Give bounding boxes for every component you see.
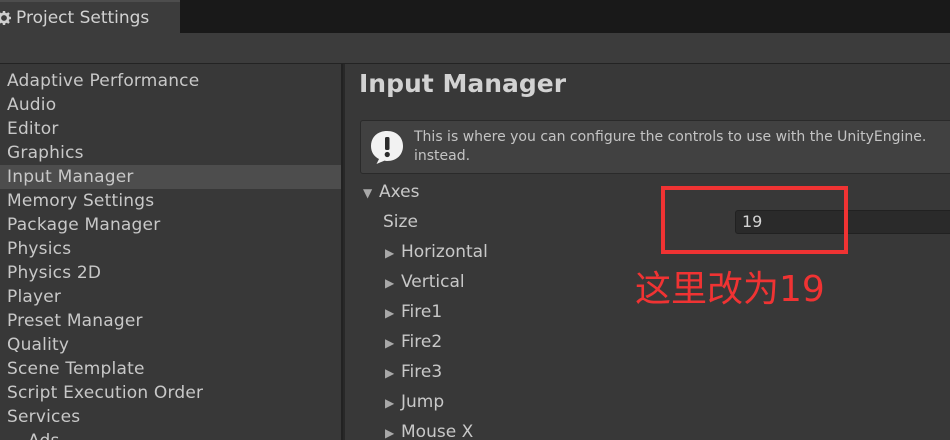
help-box: This is where you can configure the cont… [360, 120, 950, 174]
toolbar [0, 33, 950, 64]
sidebar-item-package-manager[interactable]: Package Manager [0, 213, 341, 237]
sidebar-item-physics[interactable]: Physics [0, 237, 341, 261]
help-message: This is where you can configure the cont… [414, 128, 926, 166]
axes-foldout[interactable]: ▼ Axes [363, 177, 419, 207]
tab-title: Project Settings [16, 7, 150, 28]
sidebar-item-editor[interactable]: Editor [0, 117, 341, 141]
axis-item-jump[interactable]: ▶ Jump [385, 387, 444, 417]
sidebar-item-audio[interactable]: Audio [0, 93, 341, 117]
axis-label: Fire3 [401, 362, 443, 382]
axis-item-fire1[interactable]: ▶ Fire1 [385, 297, 442, 327]
help-line-1: This is where you can configure the cont… [414, 129, 927, 145]
collapsed-arrow-icon: ▶ [385, 396, 395, 410]
settings-sidebar: Adaptive Performance Audio Editor Graphi… [0, 64, 343, 440]
axis-item-mouse-x[interactable]: ▶ Mouse X [385, 417, 473, 440]
gear-icon [0, 10, 11, 25]
size-label: Size [383, 212, 418, 232]
expand-arrow-icon: ▼ [363, 186, 373, 200]
axis-label: Mouse X [401, 422, 474, 440]
sidebar-item-player[interactable]: Player [0, 285, 341, 309]
sidebar-item-memory-settings[interactable]: Memory Settings [0, 189, 341, 213]
annotation-text: 这里改为19 [635, 269, 825, 310]
annotation-highlight-box [661, 186, 848, 254]
axis-item-fire3[interactable]: ▶ Fire3 [385, 357, 442, 387]
sidebar-item-input-manager[interactable]: Input Manager [0, 165, 341, 189]
tab-project-settings[interactable]: Project Settings [0, 0, 180, 33]
axis-label: Horizontal [401, 242, 488, 262]
sidebar-item-physics-2d[interactable]: Physics 2D [0, 261, 341, 285]
sidebar-item-quality[interactable]: Quality [0, 333, 341, 357]
sidebar-item-scene-template[interactable]: Scene Template [0, 357, 341, 381]
axis-item-fire2[interactable]: ▶ Fire2 [385, 327, 442, 357]
sidebar-item-adaptive-performance[interactable]: Adaptive Performance [0, 69, 341, 93]
sidebar-item-graphics[interactable]: Graphics [0, 141, 341, 165]
axis-item-vertical[interactable]: ▶ Vertical [385, 267, 465, 297]
collapsed-arrow-icon: ▶ [385, 306, 395, 320]
collapsed-arrow-icon: ▶ [385, 366, 395, 380]
axis-item-horizontal[interactable]: ▶ Horizontal [385, 237, 488, 267]
axes-label: Axes [379, 182, 420, 202]
sidebar-item-services[interactable]: Services [0, 405, 341, 429]
collapsed-arrow-icon: ▶ [385, 276, 395, 290]
tab-strip: Project Settings [0, 0, 950, 33]
axis-label: Jump [401, 392, 445, 412]
inspector-panel: Input Manager This is where you can conf… [345, 64, 950, 440]
page-title: Input Manager [359, 69, 567, 98]
info-icon [368, 128, 406, 166]
axis-label: Vertical [401, 272, 465, 292]
sidebar-item-script-execution-order[interactable]: Script Execution Order [0, 381, 341, 405]
collapsed-arrow-icon: ▶ [385, 246, 395, 260]
collapsed-arrow-icon: ▶ [385, 336, 395, 350]
axis-label: Fire1 [401, 302, 443, 322]
collapsed-arrow-icon: ▶ [385, 426, 395, 440]
axis-label: Fire2 [401, 332, 443, 352]
sidebar-item-preset-manager[interactable]: Preset Manager [0, 309, 341, 333]
help-line-2: instead. [414, 148, 471, 164]
sidebar-item-ads[interactable]: Ads [0, 429, 341, 440]
